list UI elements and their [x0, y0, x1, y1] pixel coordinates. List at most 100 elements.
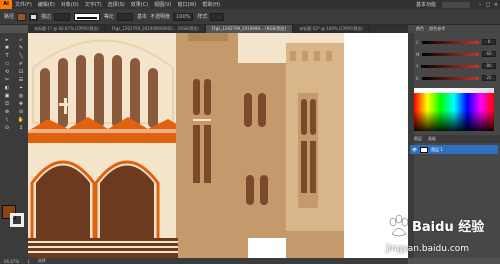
menu-help[interactable]: 帮助(H)	[202, 1, 220, 8]
menu-window[interactable]: 窗口(W)	[177, 1, 196, 8]
page-number[interactable]: 1	[27, 259, 30, 264]
document-tabs: 未标题-1* @ 66.67% (CMYK/预览) Ftgs_1262799_2…	[28, 25, 408, 33]
menu-select[interactable]: 选择(S)	[108, 1, 125, 8]
maximize-button[interactable]: □	[484, 2, 492, 8]
type-tool-icon[interactable]: T	[0, 52, 14, 59]
channel-k-value[interactable]: 25	[482, 75, 496, 81]
window-slot-3	[76, 55, 86, 128]
slider-black[interactable]: K 25	[416, 74, 496, 82]
uniform-label: 等比	[104, 14, 115, 20]
channel-m-value[interactable]: 60	[482, 51, 496, 57]
arch-door-left	[36, 165, 90, 238]
search-input[interactable]	[442, 1, 470, 8]
style-dropdown[interactable]	[210, 12, 225, 21]
artboard-tool-icon[interactable]: ⌇	[0, 116, 14, 123]
mid-window-3	[246, 175, 254, 205]
status-bar: 66.67% 1 选择	[0, 258, 408, 264]
rectangle-tool-icon[interactable]: ▭	[0, 60, 14, 67]
scissors-tool-icon[interactable]: ✂	[0, 76, 14, 83]
layer-row[interactable]: 👁 图层 1	[410, 145, 498, 154]
opacity-field[interactable]: 100%	[173, 12, 194, 21]
blend-tool-icon[interactable]: ✥	[14, 100, 28, 107]
layers-panel-tabs: 图层 画板	[408, 135, 500, 143]
eyedropper-tool-icon[interactable]: ⎚	[0, 100, 14, 107]
stroke-color-swatch[interactable]	[10, 213, 24, 227]
color-tab-label[interactable]: 颜色	[416, 26, 424, 31]
rotate-tool-icon[interactable]: ⟲	[0, 68, 14, 75]
tower-window-4	[204, 125, 211, 183]
menu-edit[interactable]: 编辑(E)	[38, 1, 55, 8]
close-button[interactable]: ×	[492, 2, 500, 8]
direct-selection-tool-icon[interactable]: ▹	[14, 36, 28, 43]
window-slot-7	[148, 68, 158, 128]
shape-builder-tool-icon[interactable]: ◐	[0, 84, 14, 91]
minimize-button[interactable]: –	[476, 2, 484, 8]
channel-c-value[interactable]: 0	[482, 39, 496, 45]
tower-window-2	[204, 79, 211, 115]
right-window-2	[310, 99, 316, 135]
width-tool-icon[interactable]: ☰	[14, 76, 28, 83]
stroke-profile-preview[interactable]	[74, 12, 101, 21]
swap-colors-icon[interactable]: ↕	[14, 124, 28, 131]
menu-object[interactable]: 对象(O)	[61, 1, 79, 8]
eye-icon[interactable]: 👁	[412, 147, 417, 152]
menu-file[interactable]: 文件(F)	[15, 1, 32, 8]
mid-window-4	[260, 175, 268, 205]
layers-tab[interactable]: 图层	[414, 136, 422, 142]
pencil-tool-icon[interactable]: ✐	[14, 60, 28, 67]
slider-magenta[interactable]: M 60	[416, 50, 496, 58]
window-slot-4	[94, 53, 104, 128]
symbol-sprayer-tool-icon[interactable]: ⊕	[0, 108, 14, 115]
style-label[interactable]: 样式	[197, 13, 207, 20]
hand-tool-icon[interactable]: ✋	[14, 116, 28, 123]
zoom-tool-icon[interactable]: ⊙	[0, 124, 14, 131]
channel-m-label: M	[416, 51, 420, 57]
selection-tool-icon[interactable]: ▸	[0, 36, 14, 43]
workspace-switcher[interactable]: 基本功能	[416, 1, 436, 8]
menu-effect[interactable]: 效果(C)	[131, 1, 148, 8]
stroke-swatch[interactable]	[29, 12, 39, 21]
line-tool-icon[interactable]: ╲	[14, 52, 28, 59]
app-logo: Ai	[0, 0, 12, 9]
perspective-tool-icon[interactable]: ⌖	[14, 84, 28, 91]
tab-document-3[interactable]: Ftgs_1262799_2019090... (RGB/预览)	[205, 25, 294, 33]
stroke-weight-dropdown[interactable]	[54, 12, 71, 21]
tools-panel: ▸ ▹ ✱ ✎ T ╲ ▭ ✐ ⟲ ⊡ ✂ ☰ ◐ ⌖ ▣ ◍ ⎚ ✥ ⊕ ⊘ …	[0, 33, 28, 258]
menu-view[interactable]: 视图(V)	[154, 1, 171, 8]
mesh-tool-icon[interactable]: ▣	[0, 92, 14, 99]
channel-y-value[interactable]: 80	[482, 63, 496, 69]
opacity-label[interactable]: 不透明度	[150, 13, 170, 20]
slider-cyan[interactable]: C 0	[416, 38, 496, 46]
illustrator-window: Ai 文件(F) 编辑(E) 对象(O) 文字(T) 选择(S) 效果(C) 视…	[0, 0, 500, 264]
channel-y-label: Y	[416, 63, 419, 69]
tab-document-1[interactable]: 未标题-1* @ 66.67% (CMYK/预览)	[28, 25, 106, 33]
stroke-label[interactable]: 描边	[41, 13, 51, 20]
slider-yellow[interactable]: Y 80	[416, 62, 496, 70]
selection-type-label: 路径	[4, 14, 15, 20]
color-panel-tab[interactable]: 颜色 颜色参考	[416, 26, 445, 32]
right-window-1	[301, 99, 307, 135]
magic-wand-tool-icon[interactable]: ✱	[0, 44, 14, 51]
tab-document-4[interactable]: 未标题-52* @ 100% (CMYK/预览)	[293, 25, 370, 33]
artboards-tab[interactable]: 画板	[428, 136, 436, 142]
brush-dropdown[interactable]	[117, 12, 134, 21]
channel-c-label: C	[416, 39, 419, 45]
control-bar: 路径 描边 等比 基本 不透明度 100% 样式	[0, 9, 500, 25]
color-guide-tab-label[interactable]: 颜色参考	[429, 26, 445, 31]
menu-type[interactable]: 文字(T)	[85, 1, 102, 8]
zoom-level[interactable]: 66.67%	[4, 259, 19, 264]
artboard-canvas[interactable]	[28, 33, 408, 258]
window-slot-5	[112, 55, 122, 128]
window-slot-6	[130, 58, 140, 128]
gradient-tool-icon[interactable]: ◍	[14, 92, 28, 99]
color-spectrum[interactable]	[414, 93, 494, 131]
layer-name[interactable]: 图层 1	[431, 147, 443, 153]
mid-window-2	[258, 93, 266, 127]
mid-window-1	[244, 93, 252, 127]
pen-tool-icon[interactable]: ✎	[14, 44, 28, 51]
graph-tool-icon[interactable]: ⊘	[14, 108, 28, 115]
fill-swatch[interactable]	[17, 12, 27, 21]
tab-document-2[interactable]: Ftgs_1262799_201909060905... (RGB/预览)	[106, 25, 206, 33]
menu-bar: Ai 文件(F) 编辑(E) 对象(O) 文字(T) 选择(S) 效果(C) 视…	[0, 0, 500, 9]
scale-tool-icon[interactable]: ⊡	[14, 68, 28, 75]
